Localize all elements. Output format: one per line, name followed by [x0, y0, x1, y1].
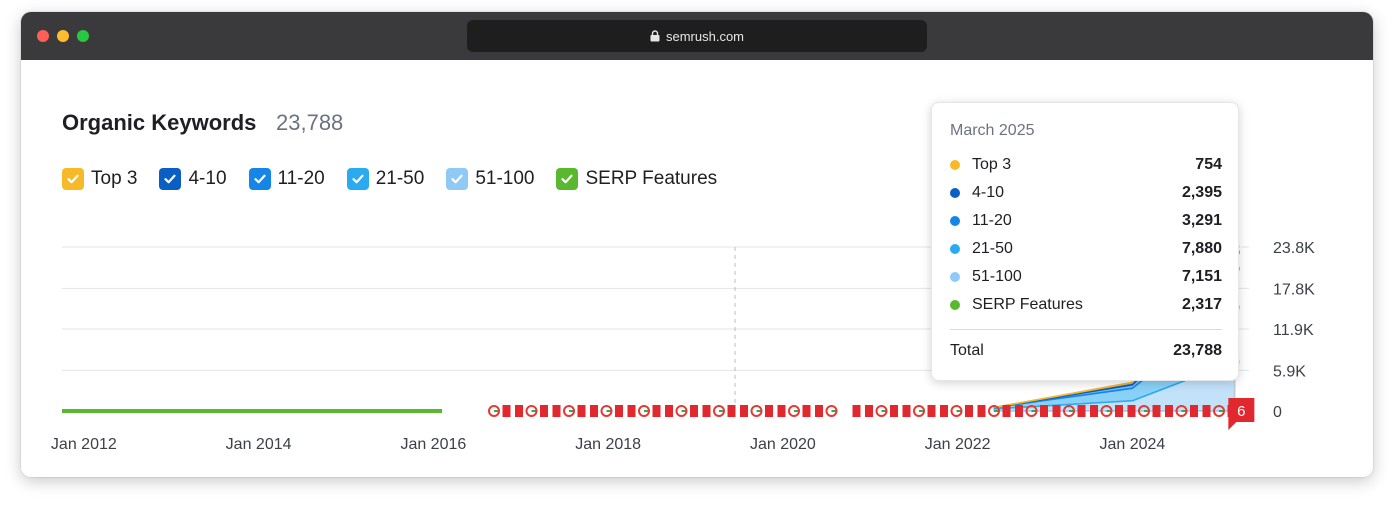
flag-note-icon: [1040, 405, 1048, 417]
series-dot-icon: [950, 160, 960, 170]
y-tick-label: 5.9K: [1273, 363, 1306, 380]
flag-note-icon: [1015, 405, 1023, 417]
flag-note-icon: [1165, 405, 1173, 417]
flag-note-icon: [815, 405, 823, 417]
flag-note-icon: [690, 405, 698, 417]
tooltip-row-value: 3,291: [1181, 212, 1222, 229]
flag-note-icon: [865, 405, 873, 417]
notes-badge-count: 6: [1237, 403, 1245, 420]
flag-note-icon: [590, 405, 598, 417]
url-text: semrush.com: [665, 28, 745, 44]
y-tick-label: 0: [1273, 404, 1282, 421]
flag-note-icon: [1202, 405, 1211, 417]
flag-note-icon: [515, 405, 523, 417]
tooltip-row: 51-100 7,151: [950, 263, 1222, 291]
y-tick-label: 17.8K: [1273, 281, 1315, 298]
series-dot-icon: [950, 244, 960, 254]
flag-note-icon: [1127, 405, 1136, 417]
flag-note-icon: [577, 405, 586, 417]
flag-note-icon: [1152, 405, 1161, 417]
tooltip-total-value: 23,788: [1173, 342, 1222, 359]
series-dot-icon: [950, 300, 960, 310]
flag-note-icon: [665, 405, 673, 417]
x-tick-label: Jan 2012: [51, 436, 117, 453]
tooltip-row-label: 21-50: [972, 240, 1013, 257]
flag-note-icon: [777, 405, 786, 417]
tooltip-total-label: Total: [950, 342, 984, 359]
minimize-window-button[interactable]: [57, 30, 69, 42]
browser-window: semrush.com Organic Keywords 23,788 Top …: [21, 12, 1373, 477]
flag-note-icon: [890, 405, 898, 417]
x-tick-label: Jan 2018: [575, 436, 641, 453]
chart-tooltip: March 2025 Top 3 754 4-10 2,395 11-20 3,291 21…: [931, 102, 1239, 381]
flag-note-icon: [627, 405, 636, 417]
x-tick-label: Jan 2020: [750, 436, 816, 453]
flag-note-icon: [652, 405, 661, 417]
tooltip-row-value: 2,317: [1181, 296, 1222, 313]
y-tick-label: 11.9K: [1273, 322, 1314, 339]
flag-note-icon: [540, 405, 548, 417]
flag-note-icon: [1115, 405, 1123, 417]
flag-note-icon: [502, 405, 511, 417]
close-window-button[interactable]: [37, 30, 49, 42]
flag-note-icon: [1002, 405, 1011, 417]
flag-note-icon: [740, 405, 748, 417]
address-bar[interactable]: semrush.com: [467, 20, 927, 52]
flag-note-icon: [1090, 405, 1098, 417]
flag-note-icon: [615, 405, 623, 417]
page-content: Organic Keywords 23,788 Top 3 4-10 11-20 21…: [21, 60, 1373, 477]
tooltip-row-label: 11-20: [972, 212, 1012, 229]
flag-note-icon: [940, 405, 948, 417]
x-tick-label: Jan 2014: [226, 436, 292, 453]
flag-note-icon: [977, 405, 986, 417]
series-dot-icon: [950, 188, 960, 198]
tooltip-row: Top 3 754: [950, 151, 1222, 179]
tooltip-row-label: 4-10: [972, 184, 1005, 201]
flag-note-icon: [902, 405, 911, 417]
tooltip-row-value: 7,880: [1181, 240, 1222, 257]
tooltip-row: 21-50 7,880: [950, 235, 1222, 263]
x-tick-label: Jan 2016: [400, 436, 466, 453]
flag-note-icon: [852, 405, 861, 417]
tooltip-row-value: 7,151: [1181, 268, 1222, 285]
tooltip-date: March 2025: [950, 122, 1035, 139]
flag-note-icon: [1077, 405, 1086, 417]
flag-note-icon: [927, 405, 936, 417]
flag-note-icon: [552, 405, 561, 417]
maximize-window-button[interactable]: [77, 30, 89, 42]
x-tick-label: Jan 2024: [1099, 436, 1165, 453]
tooltip-row-value: 2,395: [1181, 184, 1222, 201]
y-tick-label: 23.8K: [1273, 240, 1315, 257]
flag-note-icon: [727, 405, 736, 417]
flag-note-icon: [765, 405, 773, 417]
tooltip-row-value: 754: [1195, 156, 1222, 173]
flag-note-icon: [1052, 405, 1061, 417]
tooltip-row: 4-10 2,395: [950, 179, 1222, 207]
tooltip-row-label: 51-100: [972, 268, 1022, 285]
tooltip-divider: [950, 329, 1222, 330]
flag-note-icon: [802, 405, 811, 417]
tooltip-total-row: Total 23,788: [950, 337, 1222, 365]
flag-note-icon: [965, 405, 973, 417]
tooltip-row: SERP Features 2,317: [950, 291, 1222, 319]
series-dot-icon: [950, 216, 960, 226]
tooltip-row-label: Top 3: [972, 156, 1012, 173]
title-bar: semrush.com: [21, 12, 1373, 60]
x-tick-label: Jan 2022: [925, 436, 991, 453]
flag-note-icon: [1190, 405, 1198, 417]
tooltip-row-label: SERP Features: [972, 296, 1083, 313]
lock-icon: [650, 30, 660, 42]
series-dot-icon: [950, 272, 960, 282]
flag-note-icon: [702, 405, 711, 417]
tooltip-row: 11-20 3,291: [950, 207, 1222, 235]
